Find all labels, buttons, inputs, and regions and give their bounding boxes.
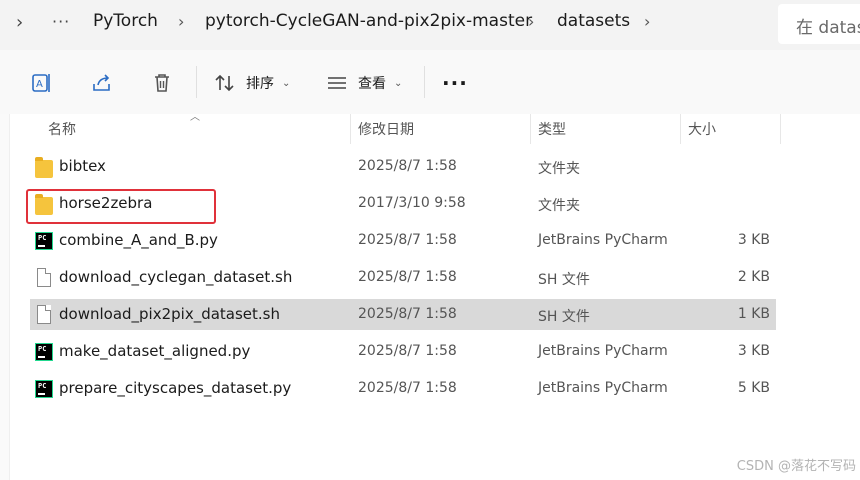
chevron-right-icon[interactable]: › (16, 12, 36, 34)
svg-text:A: A (36, 79, 43, 90)
file-type: 文件夹 (538, 198, 580, 214)
red-highlight-annotation (26, 189, 216, 224)
sort-ascending-icon: ︿ (190, 112, 200, 123)
file-type: 文件夹 (538, 161, 580, 177)
column-divider[interactable] (350, 114, 351, 144)
chevron-right-icon[interactable]: › (178, 12, 184, 31)
file-size: 5 KB (737, 380, 770, 396)
sort-label: 排序 (246, 76, 274, 92)
trash-icon (155, 74, 169, 92)
file-size: 3 KB (737, 343, 770, 359)
search-input[interactable]: 在 datas (778, 4, 860, 44)
address-bar: › ··· PyTorch › pytorch-CycleGAN-and-pix… (0, 0, 860, 50)
column-divider[interactable] (530, 114, 531, 144)
chevron-down-icon: ⌄ (282, 77, 291, 89)
folder-icon (35, 157, 53, 178)
breadcrumb-overflow-button[interactable]: ··· (52, 12, 70, 31)
toolbar-divider (424, 66, 425, 98)
delete-button[interactable] (150, 68, 174, 98)
file-type: JetBrains PyCharm (538, 232, 668, 248)
file-type: SH 文件 (538, 309, 590, 325)
file-size: 2 KB (737, 269, 770, 285)
more-options-button[interactable]: ··· (442, 68, 468, 98)
column-header-type[interactable]: 类型 (538, 119, 566, 139)
breadcrumb-item-datasets[interactable]: datasets (557, 11, 630, 31)
list-item-bibtex[interactable]: bibtex 2025/8/7 1:58 文件夹 (30, 151, 776, 182)
file-name: combine_A_and_B.py (59, 231, 218, 249)
column-header-row: ︿ 名称 修改日期 类型 大小 (0, 112, 860, 144)
column-header-modified[interactable]: 修改日期 (358, 119, 414, 139)
column-header-name[interactable]: 名称 (48, 119, 76, 139)
file-modified: 2025/8/7 1:58 (358, 269, 457, 285)
file-type: JetBrains PyCharm (538, 343, 668, 359)
toolbar-divider (196, 66, 197, 98)
file-size: 1 KB (737, 306, 770, 322)
pycharm-icon: PC (35, 343, 53, 361)
file-size: 3 KB (737, 232, 770, 248)
list-item-combine-a-and-b[interactable]: PC combine_A_and_B.py 2025/8/7 1:58 JetB… (30, 225, 776, 256)
breadcrumb-item-project[interactable]: pytorch-CycleGAN-and-pix2pix-master (205, 11, 532, 31)
chevron-down-icon: ⌄ (394, 77, 403, 89)
file-icon (37, 305, 51, 324)
list-view-icon (328, 77, 346, 89)
rename-button[interactable]: A (30, 68, 54, 98)
file-name: download_pix2pix_dataset.sh (59, 305, 281, 323)
rename-icon: A (32, 74, 50, 92)
list-item-make-dataset-aligned[interactable]: PC make_dataset_aligned.py 2025/8/7 1:58… (30, 336, 776, 367)
file-modified: 2025/8/7 1:58 (358, 380, 457, 396)
sort-icon (215, 74, 234, 92)
pycharm-icon: PC (35, 380, 53, 398)
file-name: make_dataset_aligned.py (59, 342, 251, 360)
share-button[interactable] (90, 68, 114, 98)
file-icon (37, 268, 51, 287)
column-divider[interactable] (680, 114, 681, 144)
file-modified: 2025/8/7 1:58 (358, 158, 457, 174)
chevron-right-icon[interactable]: › (528, 12, 534, 31)
file-modified: 2025/8/7 1:58 (358, 306, 457, 322)
file-type: JetBrains PyCharm (538, 380, 668, 396)
file-name: download_cyclegan_dataset.sh (59, 268, 293, 286)
file-name: prepare_cityscapes_dataset.py (59, 379, 292, 397)
column-divider[interactable] (780, 114, 781, 144)
view-button[interactable]: 查看 ⌄ (326, 68, 402, 98)
column-header-size[interactable]: 大小 (688, 119, 716, 139)
pycharm-icon: PC (35, 232, 53, 250)
file-explorer-window: › ··· PyTorch › pytorch-CycleGAN-and-pix… (0, 0, 860, 480)
file-type: SH 文件 (538, 272, 590, 288)
file-modified: 2025/8/7 1:58 (358, 343, 457, 359)
command-bar: A 排序 ⌄ 查看 ⌄ ··· (0, 50, 860, 114)
navigation-pane-edge[interactable] (0, 114, 10, 480)
list-item-prepare-cityscapes[interactable]: PC prepare_cityscapes_dataset.py 2025/8/… (30, 373, 776, 404)
list-item-download-pix2pix[interactable]: download_pix2pix_dataset.sh 2025/8/7 1:5… (30, 299, 776, 330)
view-label: 查看 (358, 76, 386, 92)
file-name: bibtex (59, 157, 106, 175)
chevron-right-icon[interactable]: › (644, 12, 650, 31)
watermark: CSDN @落花不写码 (736, 459, 856, 474)
file-modified: 2025/8/7 1:58 (358, 232, 457, 248)
share-icon (93, 74, 110, 91)
list-item-download-cyclegan[interactable]: download_cyclegan_dataset.sh 2025/8/7 1:… (30, 262, 776, 293)
sort-button[interactable]: 排序 ⌄ (214, 68, 290, 98)
file-modified: 2017/3/10 9:58 (358, 195, 466, 211)
breadcrumb-item-pytorch[interactable]: PyTorch (93, 11, 158, 31)
